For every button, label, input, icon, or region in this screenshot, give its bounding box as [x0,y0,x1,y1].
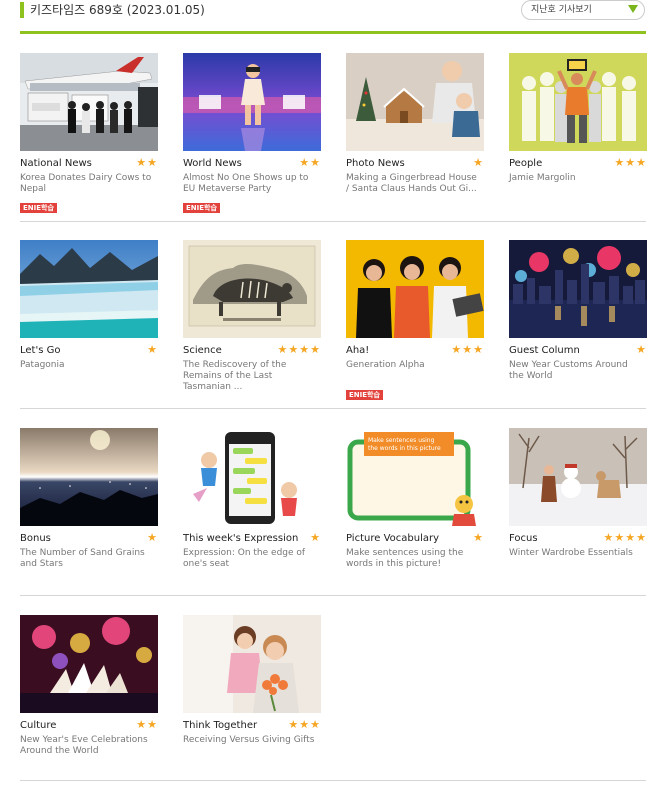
article-card-science[interactable]: Science ★★★★ The Rediscovery of the Rema… [183,240,323,420]
article-headline[interactable]: Korea Donates Dairy Cows to Nepal [20,173,156,195]
difficulty-stars: ★ [473,531,484,544]
article-card-photo-news[interactable]: Photo News ★ Making a Gingerbread House … [346,53,486,233]
difficulty-stars: ★ [147,343,158,356]
enie-badge[interactable]: ENIE학습 [20,203,57,213]
difficulty-stars: ★★ [136,718,158,731]
article-card-culture[interactable]: Culture ★★ New Year's Eve Celebrations A… [20,615,160,795]
article-category: Focus [509,533,538,544]
article-card-people[interactable]: People ★★★ Jamie Margolin [509,53,649,233]
article-headline[interactable]: Generation Alpha [346,360,482,371]
article-headline[interactable]: Patagonia [20,360,156,371]
enie-badge[interactable]: ENIE학습 [183,203,220,213]
article-thumbnail[interactable] [20,53,158,151]
article-category: Bonus [20,533,51,544]
article-thumbnail[interactable] [183,240,321,338]
article-headline[interactable]: Jamie Margolin [509,173,645,184]
difficulty-stars: ★★★ [451,343,484,356]
article-card-guest-column[interactable]: Guest Column ★ New Year Customs Around t… [509,240,649,420]
enie-badge[interactable]: ENIE학습 [346,390,383,400]
row-divider [20,595,646,596]
article-thumbnail[interactable] [20,428,158,526]
difficulty-stars: ★★ [136,156,158,169]
article-headline[interactable]: The Number of Sand Grains and Stars [20,548,156,570]
article-thumbnail[interactable]: Make sentences using the words in this pi… [346,428,484,526]
vocabulary-banner-line-1: Make sentences using [368,437,435,444]
back-issue-select[interactable]: 지난호 기사보기 [521,0,645,20]
article-card-this-weeks-expression[interactable]: This week's Expression ★ Expression: On … [183,428,323,608]
difficulty-stars: ★ [310,531,321,544]
difficulty-stars: ★ [636,343,647,356]
article-category: Photo News [346,158,405,169]
vocabulary-banner-text: Make sentences using the words in this pi… [368,437,441,452]
article-headline[interactable]: Make sentences using the words in this p… [346,548,482,570]
article-headline[interactable]: New Year Customs Around the World [509,360,645,382]
article-row: National News ★★ Korea Donates Dairy Cow… [20,53,649,241]
article-category: Guest Column [509,345,580,356]
article-thumbnail[interactable] [509,240,647,338]
difficulty-stars: ★★★★ [277,343,321,356]
article-thumbnail[interactable] [20,240,158,338]
article-category: Science [183,345,222,356]
article-row: Let's Go ★ Patagonia Science ★★★★ The Re… [20,240,649,428]
article-category: World News [183,158,242,169]
article-card-national-news[interactable]: National News ★★ Korea Donates Dairy Cow… [20,53,160,233]
article-thumbnail[interactable] [20,615,158,713]
article-thumbnail[interactable] [183,53,321,151]
back-issue-select-label: 지난호 기사보기 [531,5,592,15]
row-divider [20,408,646,409]
article-thumbnail[interactable] [183,615,321,713]
article-category: National News [20,158,92,169]
article-headline[interactable]: New Year's Eve Celebrations Around the W… [20,735,156,757]
article-row: Bonus ★ The Number of Sand Grains and St… [20,428,649,616]
article-thumbnail[interactable] [346,240,484,338]
article-category: Let's Go [20,345,61,356]
article-row: Culture ★★ New Year's Eve Celebrations A… [20,615,646,803]
article-headline[interactable]: Winter Wardrobe Essentials [509,548,645,559]
row-divider [20,221,646,222]
article-headline[interactable]: Almost No One Shows up to EU Metaverse P… [183,173,319,195]
article-card-aha[interactable]: Aha! ★★★ Generation Alpha ENIE학습 [346,240,486,420]
article-card-world-news[interactable]: World News ★★ Almost No One Shows up to … [183,53,323,233]
chevron-down-icon [628,5,638,13]
article-category: This week's Expression [183,533,299,544]
article-category: Aha! [346,345,370,356]
article-category: Picture Vocabulary [346,533,439,544]
row-divider [20,780,646,781]
difficulty-stars: ★★★ [614,156,647,169]
article-thumbnail[interactable] [509,428,647,526]
difficulty-stars: ★ [147,531,158,544]
article-headline[interactable]: Making a Gingerbread House / Santa Claus… [346,173,482,195]
difficulty-stars: ★★★ [288,718,321,731]
difficulty-stars: ★ [473,156,484,169]
header: 키즈타임즈 689호 (2023.01.05) 지난호 기사보기 [20,0,646,34]
article-card-think-together[interactable]: Think Together ★★★ Receiving Versus Givi… [183,615,323,795]
article-headline[interactable]: The Rediscovery of the Remains of the La… [183,360,319,393]
difficulty-stars: ★★ [299,156,321,169]
article-category: People [509,158,543,169]
article-card-lets-go[interactable]: Let's Go ★ Patagonia [20,240,160,420]
article-category: Think Together [183,720,258,731]
vocabulary-banner-line-2: the words in this picture [368,445,441,452]
header-divider [20,31,646,34]
article-card-focus[interactable]: Focus ★★★★ Winter Wardrobe Essentials [509,428,649,608]
article-headline[interactable]: Expression: On the edge of one's seat [183,548,319,570]
article-headline[interactable]: Receiving Versus Giving Gifts [183,735,319,746]
article-category: Culture [20,720,57,731]
article-card-bonus[interactable]: Bonus ★ The Number of Sand Grains and St… [20,428,160,608]
article-card-picture-vocabulary[interactable]: Make sentences using the words in this pi… [346,428,486,608]
article-thumbnail[interactable] [183,428,321,526]
article-thumbnail[interactable] [346,53,484,151]
issue-title: 키즈타임즈 689호 (2023.01.05) [20,2,205,18]
article-thumbnail[interactable] [509,53,647,151]
difficulty-stars: ★★★★ [603,531,647,544]
